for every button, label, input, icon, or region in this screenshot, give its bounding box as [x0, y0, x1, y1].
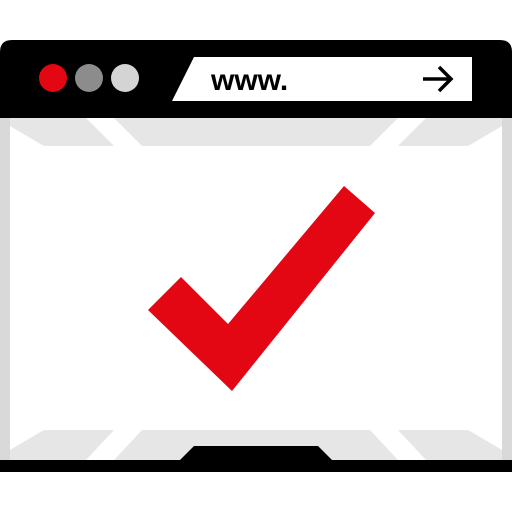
content-background: [10, 118, 502, 460]
minimize-dot[interactable]: [75, 64, 103, 92]
top-center-shade: [114, 118, 398, 146]
address-text: www.: [210, 64, 288, 97]
browser-window-illustration: www.: [0, 0, 512, 512]
close-dot[interactable]: [39, 64, 67, 92]
bottom-frame: [0, 460, 512, 472]
maximize-dot[interactable]: [111, 64, 139, 92]
browser-window-graphic: www.: [0, 40, 512, 472]
bottom-tab: [180, 446, 332, 460]
title-bar: www.: [0, 40, 512, 118]
address-bar[interactable]: www.: [172, 57, 472, 101]
